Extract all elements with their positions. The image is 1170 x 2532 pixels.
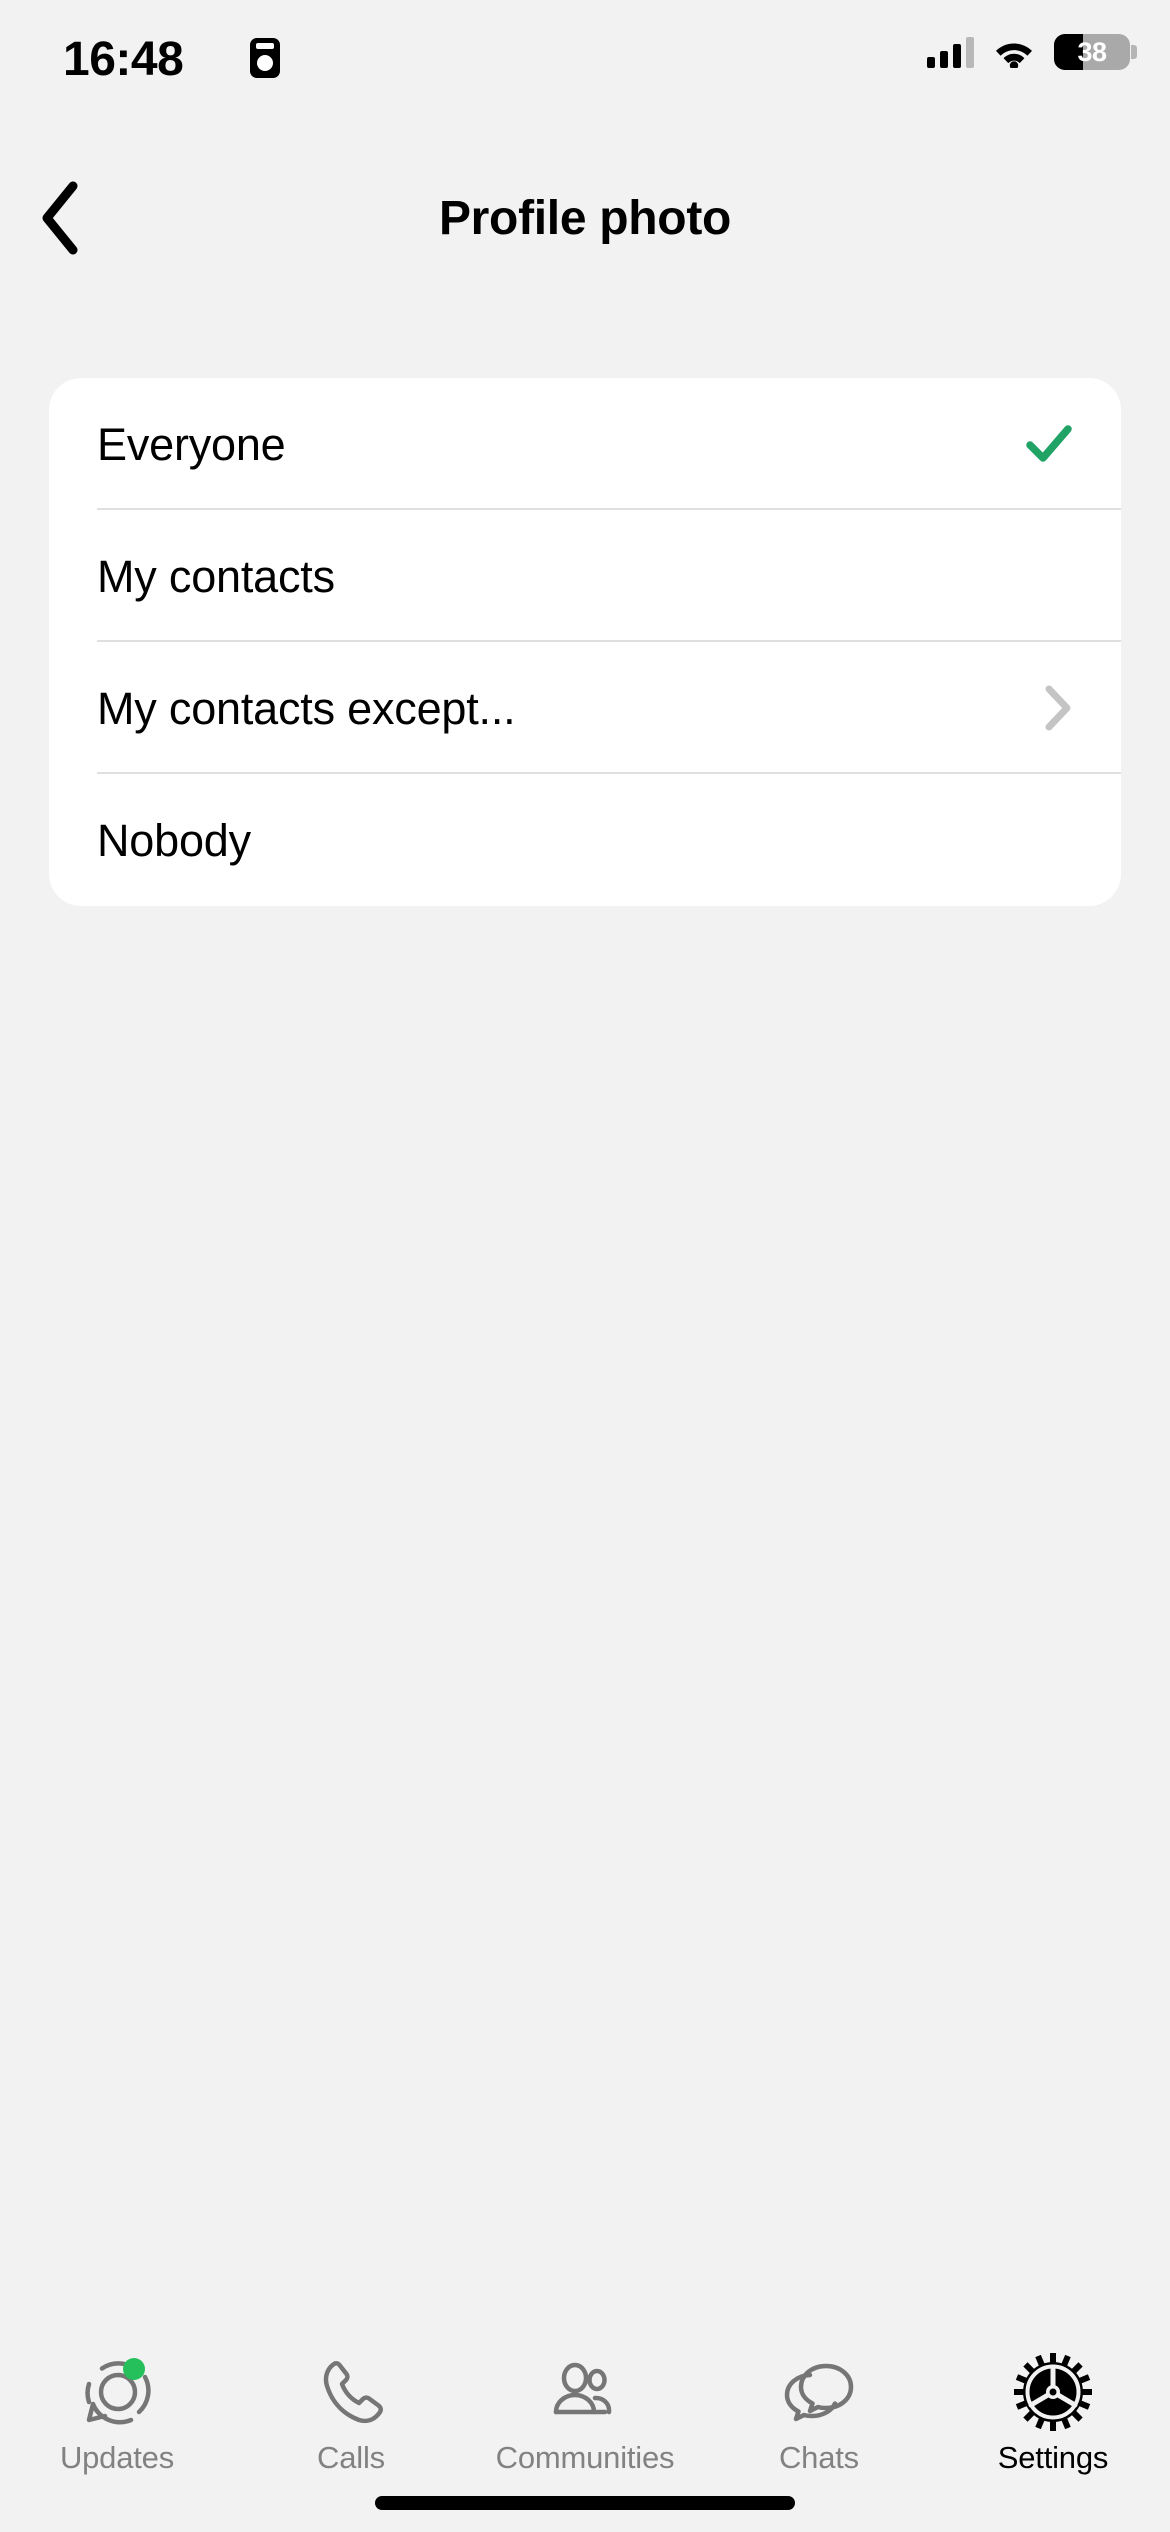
tab-label: Calls xyxy=(317,2440,385,2475)
tab-updates[interactable]: Updates xyxy=(0,2350,234,2490)
tab-label: Settings xyxy=(997,2440,1109,2475)
calls-icon xyxy=(309,2350,393,2434)
status-bar-indicators: 38 xyxy=(927,34,1137,70)
battery-terminal xyxy=(1131,45,1137,59)
option-row-my-contacts-except[interactable]: My contacts except... xyxy=(49,642,1121,774)
option-label: Everyone xyxy=(97,418,286,470)
tab-communities[interactable]: Communities xyxy=(468,2350,702,2490)
check-icon xyxy=(1026,425,1072,462)
battery-percent-label: 38 xyxy=(1077,36,1107,67)
option-label: My contacts except... xyxy=(97,682,516,734)
battery-indicator: 38 xyxy=(1054,34,1137,70)
updates-badge-dot xyxy=(123,2358,145,2380)
screen-record-icon xyxy=(250,38,280,78)
navigation-bar: Profile photo xyxy=(0,163,1170,273)
tab-label: Updates xyxy=(59,2440,175,2475)
privacy-options-card: Everyone My contacts My contacts except.… xyxy=(49,378,1121,906)
option-row-everyone[interactable]: Everyone xyxy=(49,378,1121,510)
updates-icon xyxy=(75,2350,159,2434)
status-bar-time: 16:48 xyxy=(63,33,184,86)
tab-settings[interactable]: Settings xyxy=(936,2350,1170,2490)
option-label: Nobody xyxy=(97,814,251,866)
whatsapp-profile-photo-privacy-screen: 16:48 38 Profile photo Everyone My conta… xyxy=(0,0,1170,2532)
home-indicator[interactable] xyxy=(375,2496,795,2510)
settings-gear-icon xyxy=(1011,2350,1095,2434)
status-bar: 16:48 38 xyxy=(0,0,1170,110)
option-row-nobody[interactable]: Nobody xyxy=(49,774,1121,906)
chevron-right-icon xyxy=(1045,685,1071,731)
tab-chats[interactable]: Chats xyxy=(702,2350,936,2490)
chats-icon xyxy=(777,2350,861,2434)
tab-calls[interactable]: Calls xyxy=(234,2350,468,2490)
tab-label: Chats xyxy=(779,2440,859,2475)
page-title: Profile photo xyxy=(438,191,732,245)
tab-label: Communities xyxy=(495,2440,675,2475)
communities-icon xyxy=(543,2350,627,2434)
option-row-my-contacts[interactable]: My contacts xyxy=(49,510,1121,642)
option-label: My contacts xyxy=(97,550,335,602)
cellular-signal-icon xyxy=(927,36,974,68)
wifi-icon xyxy=(996,43,1032,68)
